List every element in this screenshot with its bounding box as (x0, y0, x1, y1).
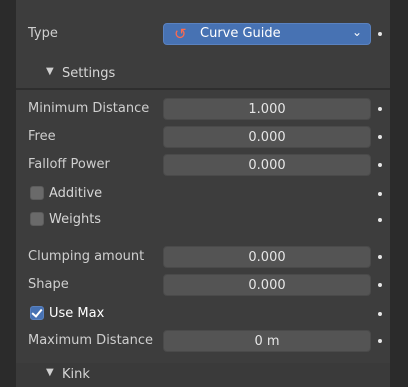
separator (16, 88, 390, 90)
settings-subpanel-header[interactable]: ▼ Settings (16, 62, 390, 86)
falloff-power-field[interactable]: 0.000 (163, 154, 371, 176)
falloff-power-row: Falloff Power 0.000 (16, 154, 390, 176)
decorator-dot-maximum-distance[interactable] (378, 339, 382, 343)
type-dropdown-value: Curve Guide (200, 26, 281, 41)
shape-label: Shape (28, 277, 69, 292)
decorator-dot-weights[interactable] (378, 218, 382, 222)
settings-label: Settings (62, 66, 116, 81)
shape-field[interactable]: 0.000 (163, 274, 371, 296)
curve-guide-icon: ↺ (174, 25, 187, 43)
type-dropdown[interactable]: ↺ Curve Guide ⌄ (163, 23, 371, 45)
free-label: Free (28, 129, 56, 144)
type-label: Type (28, 26, 58, 41)
modifier-panel: Type ↺ Curve Guide ⌄ ▼ Settings Minimum … (16, 0, 390, 387)
decorator-dot-minimum-distance[interactable] (378, 107, 382, 111)
clumping-amount-label: Clumping amount (28, 249, 145, 264)
minimum-distance-label: Minimum Distance (28, 101, 150, 116)
additive-row: Additive (16, 183, 390, 205)
decorator-dot-shape[interactable] (378, 283, 382, 287)
falloff-power-label: Falloff Power (28, 157, 110, 172)
decorator-dot-additive[interactable] (378, 192, 382, 196)
weights-row: Weights (16, 209, 390, 231)
free-row: Free 0.000 (16, 126, 390, 148)
use-max-label[interactable]: Use Max (49, 306, 104, 321)
decorator-dot-type[interactable] (378, 32, 382, 36)
maximum-distance-row: Maximum Distance 0 m (16, 330, 390, 352)
weights-checkbox[interactable] (30, 212, 44, 226)
decorator-dot-clumping-amount[interactable] (378, 255, 382, 259)
decorator-dot-falloff-power[interactable] (378, 163, 382, 167)
additive-checkbox[interactable] (30, 186, 44, 200)
minimum-distance-field[interactable]: 1.000 (163, 98, 371, 120)
minimum-distance-row: Minimum Distance 1.000 (16, 98, 390, 120)
use-max-checkbox[interactable] (30, 306, 44, 320)
maximum-distance-field[interactable]: 0 m (163, 330, 371, 352)
weights-label[interactable]: Weights (49, 212, 101, 227)
kink-label: Kink (62, 367, 90, 382)
clumping-amount-row: Clumping amount 0.000 (16, 246, 390, 268)
expand-triangle-icon: ▼ (46, 66, 54, 77)
expand-triangle-icon: ▼ (46, 367, 54, 378)
type-header: Type ↺ Curve Guide ⌄ ▼ Settings (16, 0, 390, 90)
use-max-row: Use Max (16, 303, 390, 325)
kink-header-inner: ▼ Kink (16, 363, 390, 387)
free-field[interactable]: 0.000 (163, 126, 371, 148)
additive-label[interactable]: Additive (49, 186, 102, 201)
clumping-amount-field[interactable]: 0.000 (163, 246, 371, 268)
kink-subpanel-header[interactable]: ▼ Kink (16, 363, 390, 387)
type-row: Type ↺ Curve Guide ⌄ (16, 23, 390, 45)
decorator-dot-free[interactable] (378, 135, 382, 139)
shape-row: Shape 0.000 (16, 274, 390, 296)
chevron-down-icon: ⌄ (351, 25, 362, 39)
decorator-dot-use-max[interactable] (378, 312, 382, 316)
maximum-distance-label: Maximum Distance (28, 333, 154, 348)
